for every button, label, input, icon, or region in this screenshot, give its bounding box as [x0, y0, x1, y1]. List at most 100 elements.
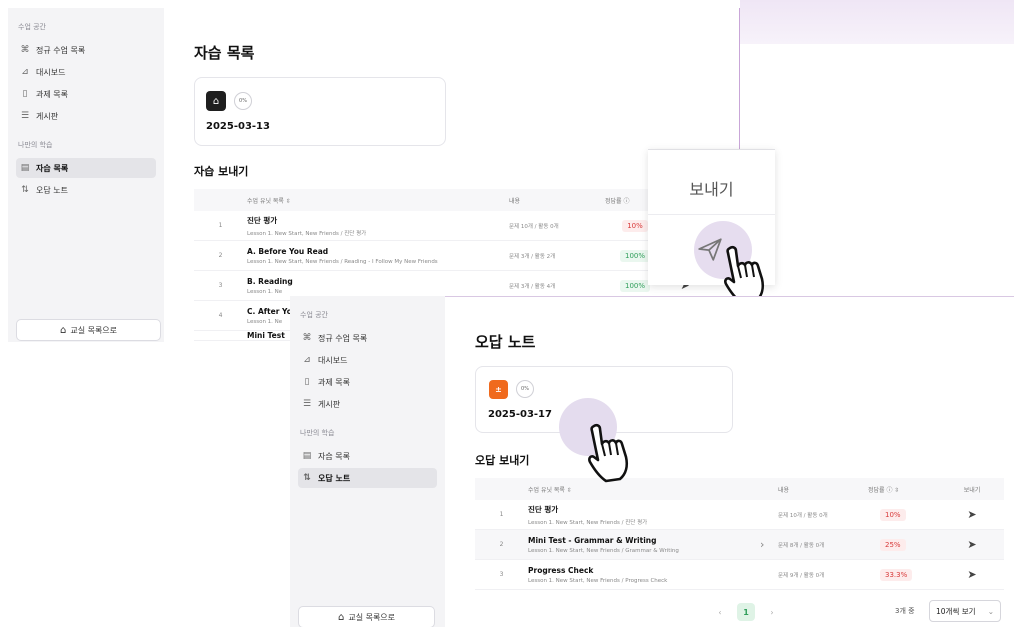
- sidebar-item-label: 게시판: [36, 111, 59, 121]
- sidebar-item-self-study[interactable]: ▤ 자습 목록: [298, 446, 437, 466]
- home-icon: ⌂: [337, 611, 345, 623]
- col-content: 내용: [778, 486, 790, 494]
- row-title: Mini Test - Grammar & Writing: [528, 535, 657, 545]
- row-content: 문제 3개 / 활동 4개: [509, 283, 556, 290]
- sidebar-item-dashboard[interactable]: ⊿ 대시보드: [298, 350, 437, 370]
- col-unit[interactable]: 수업 유닛 목록 ⇳: [247, 196, 509, 205]
- sidebar-item-board[interactable]: ☰ 게시판: [16, 106, 156, 126]
- row-content: 문제 10개 / 활동 0개: [778, 512, 828, 519]
- sidebar-item-regular[interactable]: ⌘ 정규 수업 목록: [298, 328, 437, 348]
- sidebar-item-wrong-note[interactable]: ⇅ 오답 노트: [16, 180, 156, 200]
- row-subtitle: Lesson 1. New Start, New Friends / Progr…: [528, 577, 668, 584]
- table-row[interactable]: 1 진단 평가 Lesson 1. New Start, New Friends …: [194, 211, 714, 241]
- book-icon: ⌘: [302, 333, 312, 343]
- progress-circle: 0%: [234, 92, 252, 110]
- accuracy-badge: 10%: [622, 219, 648, 232]
- chart-icon: ⊿: [21, 67, 29, 77]
- accuracy-badge: 25%: [880, 538, 906, 551]
- row-number: 1: [218, 222, 223, 229]
- accuracy-badge: 33.3%: [880, 568, 913, 581]
- graduation-cap-icon: ⌂: [206, 91, 226, 111]
- row-subtitle: Lesson 1. New Start, New Friends / Gramm…: [528, 547, 679, 554]
- row-content: 문제 10개 / 활동 0개: [509, 223, 559, 230]
- table-row[interactable]: 2 Mini Test - Grammar & Writing Lesson 1.…: [475, 530, 1004, 560]
- total-count: 3개 중: [895, 607, 915, 615]
- row-subtitle: Lesson 1. New Start, New Friends / 진단 평가: [247, 230, 367, 237]
- list-icon: ☰: [20, 111, 30, 121]
- calculator-icon: ±: [489, 380, 508, 399]
- send-icon[interactable]: ➤: [967, 508, 976, 521]
- accuracy-badge: 10%: [880, 508, 906, 521]
- sidebar-item-assignments[interactable]: ▯ 과제 목록: [298, 372, 437, 392]
- back-label: 교실 목록으로: [348, 612, 396, 622]
- table-row[interactable]: 3 Progress Check Lesson 1. New Start, New…: [475, 560, 1004, 590]
- sidebar: 수업 공간 ⌘ 정규 수업 목록 ⊿ 대시보드 ▯ 과제 목록 ☰ 게시판 나만의 학습…: [290, 296, 445, 627]
- col-unit[interactable]: 수업 유닛 목록 ⇳: [528, 485, 778, 494]
- sidebar-item-regular[interactable]: ⌘ 정규 수업 목록: [16, 40, 156, 60]
- sidebar-item-board[interactable]: ☰ 게시판: [298, 394, 437, 414]
- card-date: 2025-03-17: [488, 409, 552, 420]
- row-content: 문제 9개 / 활동 0개: [778, 572, 825, 579]
- sidebar-item-label: 게시판: [318, 399, 341, 409]
- study-card[interactable]: ⌂ 0% 2025-03-13: [194, 77, 446, 146]
- row-content: 문제 3개 / 활동 2개: [509, 253, 556, 260]
- sidebar-item-label: 대시보드: [318, 355, 348, 365]
- sidebar-item-assignments[interactable]: ▯ 과제 목록: [16, 84, 156, 104]
- sidebar-section-mine: 나만의 학습: [300, 429, 335, 437]
- back-to-classroom-button[interactable]: ⌂ 교실 목록으로: [298, 606, 435, 627]
- unit-table: 수업 유닛 목록 ⇳ 내용 정답률 ⓘ ⇳ 보내기 1 진단 평가 Lesson …: [475, 478, 1004, 590]
- row-title: B. Reading: [247, 276, 293, 286]
- popover-title: 보내기: [689, 180, 734, 199]
- sidebar-item-self-study[interactable]: ▤ 자습 목록: [16, 158, 156, 178]
- col-send: 보내기: [963, 486, 981, 494]
- page-title: 자습 목록: [194, 44, 255, 62]
- row-subtitle: Lesson 1. Ne: [247, 288, 283, 295]
- row-number: 3: [218, 282, 223, 289]
- row-number: 2: [218, 252, 223, 259]
- table-header: 수업 유닛 목록 ⇳ 내용 정답률 ⓘ: [194, 189, 714, 211]
- row-title: Mini Test: [247, 331, 285, 340]
- chart-icon: ⊿: [303, 355, 311, 365]
- sidebar-item-dashboard[interactable]: ⊿ 대시보드: [16, 62, 156, 82]
- row-title: 진단 평가: [247, 215, 278, 225]
- sidebar-item-label: 자습 목록: [318, 451, 350, 461]
- row-content: 문제 8개 / 활동 0개: [778, 542, 825, 549]
- row-title: Progress Check: [528, 565, 594, 575]
- sort-icon: ⇅: [21, 185, 29, 195]
- page-1-button[interactable]: 1: [737, 603, 755, 621]
- sidebar-item-label: 과제 목록: [36, 89, 68, 99]
- background-glow: [740, 0, 1014, 44]
- next-page-button[interactable]: ›: [763, 603, 781, 621]
- hand-cursor-icon: [588, 423, 629, 483]
- sidebar-item-label: 자습 목록: [36, 163, 69, 173]
- table-row[interactable]: 2 A. Before You Read Lesson 1. New Start,…: [194, 241, 714, 271]
- sidebar-item-label: 대시보드: [36, 67, 66, 77]
- row-number: 2: [499, 541, 504, 548]
- per-page-select[interactable]: 10개씩 보기 ⌄: [929, 600, 1001, 622]
- prev-page-button[interactable]: ‹: [711, 603, 729, 621]
- back-to-classroom-button[interactable]: ⌂ 교실 목록으로: [16, 319, 161, 341]
- page-title: 오답 노트: [475, 333, 536, 351]
- sort-icon: ⇅: [303, 473, 311, 483]
- home-icon: ⌂: [59, 324, 67, 336]
- section-title: 오답 보내기: [475, 454, 530, 467]
- section-title: 자습 보내기: [194, 165, 249, 178]
- sidebar-item-wrong-note[interactable]: ⇅ 오답 노트: [298, 468, 437, 488]
- sidebar-item-label: 오답 노트: [36, 185, 68, 195]
- per-page-value: 10개씩 보기: [936, 606, 976, 616]
- chevron-right-icon[interactable]: ›: [760, 538, 778, 551]
- sidebar-section-mine: 나만의 학습: [18, 141, 53, 149]
- row-number: 4: [218, 312, 223, 319]
- calendar-icon: ▤: [302, 451, 312, 461]
- progress-circle: 0%: [516, 380, 534, 398]
- table-row[interactable]: 1 진단 평가 Lesson 1. New Start, New Friends …: [475, 500, 1004, 530]
- send-icon[interactable]: ➤: [967, 538, 976, 551]
- sidebar-item-label: 과제 목록: [318, 377, 350, 387]
- sidebar-item-label: 정규 수업 목록: [318, 333, 368, 343]
- row-title: A. Before You Read: [247, 246, 329, 256]
- col-accuracy[interactable]: 정답률 ⓘ ⇳: [868, 485, 948, 494]
- send-icon[interactable]: ➤: [967, 568, 976, 581]
- col-content: 내용: [509, 197, 521, 205]
- popover-divider: [648, 214, 775, 215]
- book-icon: ⌘: [20, 45, 30, 55]
